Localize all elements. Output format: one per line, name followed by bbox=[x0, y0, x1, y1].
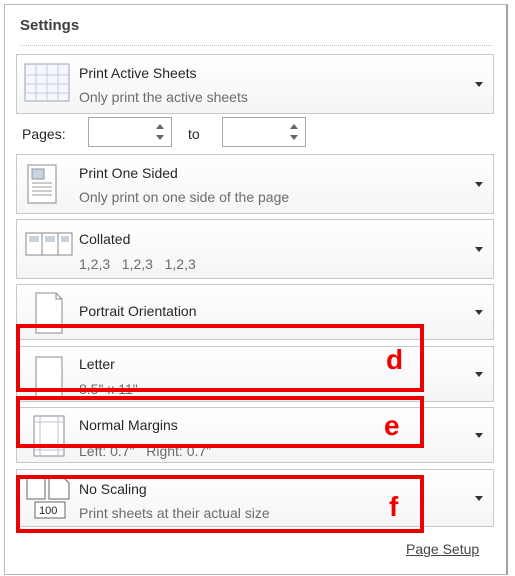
settings-title: Settings bbox=[20, 17, 80, 34]
collation-subtitle: 1,2,3 1,2,3 1,2,3 bbox=[79, 256, 196, 272]
title-divider bbox=[20, 45, 493, 46]
spin-up-icon[interactable] bbox=[156, 124, 164, 129]
collated-icon bbox=[24, 229, 74, 270]
orientation-title: Portrait Orientation bbox=[79, 303, 197, 319]
annotation-f: f bbox=[389, 491, 399, 522]
spin-up-icon[interactable] bbox=[290, 124, 298, 129]
print-what-title: Print Active Sheets bbox=[79, 65, 197, 81]
highlight-box-f bbox=[16, 475, 424, 533]
spin-down-icon[interactable] bbox=[290, 135, 298, 140]
chevron-down-icon bbox=[475, 433, 483, 438]
print-what-subtitle: Only print the active sheets bbox=[79, 89, 248, 105]
highlight-box-d bbox=[16, 324, 424, 392]
highlight-box-e bbox=[16, 396, 424, 448]
chevron-down-icon bbox=[475, 182, 483, 187]
spin-down-icon[interactable] bbox=[156, 135, 164, 140]
pages-to-label: to bbox=[188, 126, 200, 142]
pages-to-input[interactable] bbox=[222, 117, 306, 147]
annotation-d: d bbox=[386, 344, 404, 375]
pages-label: Pages: bbox=[22, 126, 66, 142]
one-sided-page-icon bbox=[24, 163, 70, 210]
collation-title: Collated bbox=[79, 231, 131, 247]
chevron-down-icon bbox=[475, 496, 483, 501]
sides-subtitle: Only print on one side of the page bbox=[79, 189, 290, 205]
sides-title: Print One Sided bbox=[79, 165, 178, 181]
chevron-down-icon bbox=[475, 82, 483, 87]
chevron-down-icon bbox=[475, 372, 483, 377]
collation-dropdown[interactable]: Collated 1,2,3 1,2,3 1,2,3 bbox=[16, 219, 494, 279]
page-setup-link[interactable]: Page Setup bbox=[406, 541, 479, 557]
chevron-down-icon bbox=[475, 310, 483, 315]
print-what-dropdown[interactable]: Print Active Sheets Only print the activ… bbox=[16, 54, 494, 114]
chevron-down-icon bbox=[475, 247, 483, 252]
annotation-e: e bbox=[384, 410, 400, 441]
sheets-icon bbox=[24, 63, 70, 108]
sides-dropdown[interactable]: Print One Sided Only print on one side o… bbox=[16, 154, 494, 214]
pages-from-input[interactable] bbox=[88, 117, 172, 147]
